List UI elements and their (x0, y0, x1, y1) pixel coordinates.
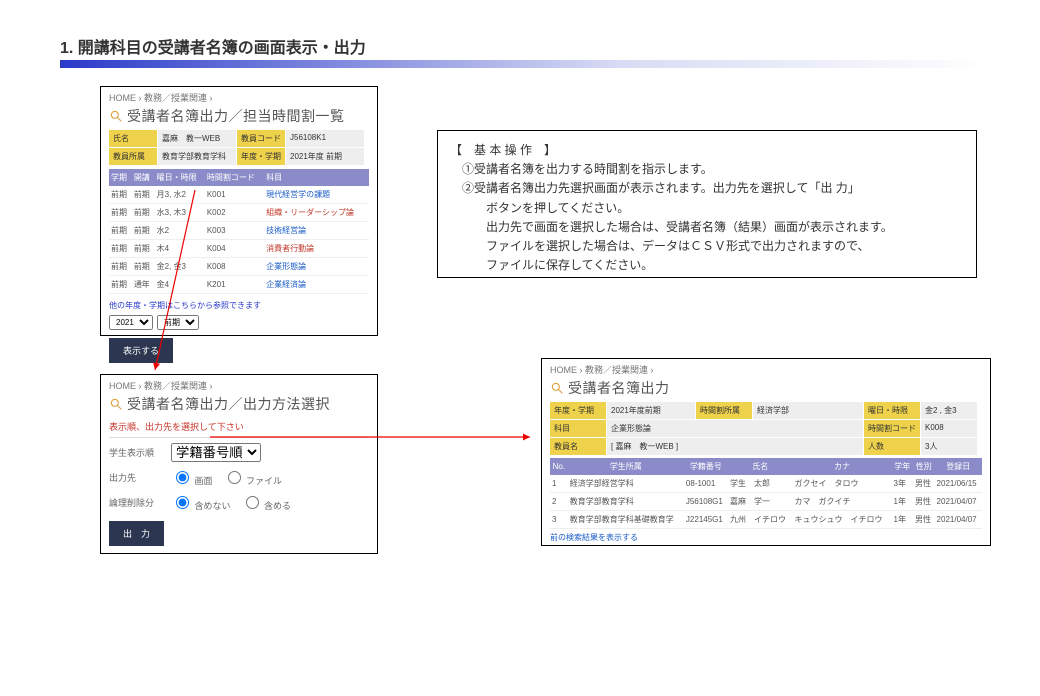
instruction-box: 【 基 本 操 作 】 ①受講者名簿を出力する時間割を指示します。 ②受講者名簿… (437, 130, 977, 278)
value-dept: 教育学部教育学科 (158, 148, 236, 165)
label-teacher: 教員名 (550, 438, 606, 455)
table-row: 2教育学部教育学科J56108G1嘉麻 学一カマ ガクイチ1年男性2021/04… (550, 493, 982, 511)
value-teacher-code: J56108K1 (286, 130, 364, 147)
value-tt-code: K008 (921, 420, 977, 437)
value-term: 2021年度前期 (607, 402, 695, 419)
panel-roster-result: HOME › 教務／授業関連 › 受講者名簿出力 年度・学期 2021年度前期 … (541, 358, 991, 546)
label-output-dest: 出力先 (109, 471, 161, 484)
th: 時間割コード (205, 169, 264, 186)
radio-include[interactable]: 含める (241, 493, 292, 512)
panel-title: 受講者名簿出力／担当時間割一覧 (127, 106, 345, 126)
value-teacher: [ 嘉麻 教一WEB ] (607, 438, 863, 455)
page-title: 1. 開講科目の受講者名簿の画面表示・出力 (60, 34, 366, 58)
instr-line: ①受講者名簿を出力する時間割を指示します。 (450, 160, 964, 179)
table-row[interactable]: 前期前期金2, 金3K008企業形態論 (109, 258, 369, 276)
table-row[interactable]: 前期前期木4K004消費者行動論 (109, 240, 369, 258)
instr-line: ファイルに保存してください。 (450, 256, 964, 275)
value-count: 3人 (921, 438, 977, 455)
table-row[interactable]: 前期前期水2K003技術経営論 (109, 222, 369, 240)
instr-line: ②受講者名簿出力先選択画面が表示されます。出力先を選択して「出 力」 (450, 179, 964, 198)
breadcrumb[interactable]: HOME › 教務／授業関連 › (101, 375, 377, 394)
breadcrumb[interactable]: HOME › 教務／授業関連 › (542, 359, 990, 378)
roster-table: No.学生所属学籍番号氏名カナ学年性別登録日 1経済学部経営学科08-1001学… (550, 458, 982, 529)
instr-line: 出力先で画面を選択した場合は、受講者名簿（結果）画面が表示されます。 (450, 218, 964, 237)
magnifier-icon (109, 109, 123, 123)
panel-title: 受講者名簿出力 (568, 378, 670, 398)
table-row: 3教育学部教育学科基礎教育学J22145G1九州 イチロウキュウシュウ イチロウ… (550, 511, 982, 529)
label-sort-order: 学生表示順 (109, 446, 161, 459)
table-row: 1経済学部経営学科08-1001学生 太郎ガクセイ タロウ3年男性2021/06… (550, 475, 982, 493)
value-term: 2021年度 前期 (286, 148, 364, 165)
breadcrumb[interactable]: HOME › 教務／授業関連 › (101, 87, 377, 106)
instr-line: ボタンを押してください。 (450, 199, 964, 218)
radio-screen[interactable]: 画面 (171, 468, 213, 487)
output-button[interactable]: 出 力 (109, 521, 164, 546)
label-subject: 科目 (550, 420, 606, 437)
subject-link[interactable]: 企業形態論 (264, 258, 369, 276)
panel-title: 受講者名簿出力／出力方法選択 (127, 394, 330, 414)
magnifier-icon (109, 397, 123, 411)
subject-link[interactable]: 現代経営学の課題 (264, 186, 369, 204)
label-daytime: 曜日・時限 (864, 402, 920, 419)
show-button[interactable]: 表示する (109, 338, 173, 363)
radio-exclude[interactable]: 含めない (171, 493, 231, 512)
panel-output-select: HOME › 教務／授業関連 › 受講者名簿出力／出力方法選択 表示順、出力先を… (100, 374, 378, 554)
label-term: 年度・学期 (237, 148, 285, 165)
value-daytime: 金2 , 金3 (921, 402, 977, 419)
sort-order-select[interactable]: 学籍番号順 (171, 443, 261, 462)
radio-file[interactable]: ファイル (223, 468, 283, 487)
th: 学期 (109, 169, 132, 186)
red-instruction: 表示順、出力先を選択して下さい (101, 418, 377, 435)
magnifier-icon (550, 381, 564, 395)
value-name: 嘉麻 教一WEB (158, 130, 236, 147)
value-tt-dept: 経済学部 (753, 402, 863, 419)
label-count: 人数 (864, 438, 920, 455)
term-select[interactable]: 前期 (157, 315, 199, 330)
value-subject: 企業形態論 (607, 420, 863, 437)
table-row[interactable]: 前期通年金4K201企業経済論 (109, 276, 369, 294)
th: 科目 (264, 169, 369, 186)
label-tt-code: 時間割コード (864, 420, 920, 437)
title-divider (60, 60, 990, 68)
subject-link[interactable]: 消費者行動論 (264, 240, 369, 258)
note-other-terms: 他の年度・学期はこちらから参照できます (101, 298, 377, 313)
label-term: 年度・学期 (550, 402, 606, 419)
th: 開講 (132, 169, 155, 186)
label-teacher-code: 教員コード (237, 130, 285, 147)
table-row[interactable]: 前期前期月3, 水2K001現代経営学の課題 (109, 186, 369, 204)
table-row[interactable]: 前期前期水3, 木3K002組織・リーダーシップ論 (109, 204, 369, 222)
timetable-table: 学期 開講 曜日・時限 時間割コード 科目 前期前期月3, 水2K001現代経営… (109, 169, 369, 294)
subject-link[interactable]: 企業経済論 (264, 276, 369, 294)
label-tt-dept: 時間割所属 (696, 402, 752, 419)
subject-link[interactable]: 技術経営論 (264, 222, 369, 240)
panel-timetable-list: HOME › 教務／授業関連 › 受講者名簿出力／担当時間割一覧 氏名 嘉麻 教… (100, 86, 378, 336)
label-name: 氏名 (109, 130, 157, 147)
label-dept: 教員所属 (109, 148, 157, 165)
label-logical-delete: 論理削除分 (109, 496, 161, 509)
prev-results-link[interactable]: 前の検索結果を表示する (542, 532, 990, 543)
subject-link[interactable]: 組織・リーダーシップ論 (264, 204, 369, 222)
year-select[interactable]: 2021 (109, 315, 153, 330)
instr-line: ファイルを選択した場合は、データはＣＳＶ形式で出力されますので、 (450, 237, 964, 256)
th: 曜日・時限 (155, 169, 205, 186)
instr-header: 【 基 本 操 作 】 (450, 141, 964, 160)
